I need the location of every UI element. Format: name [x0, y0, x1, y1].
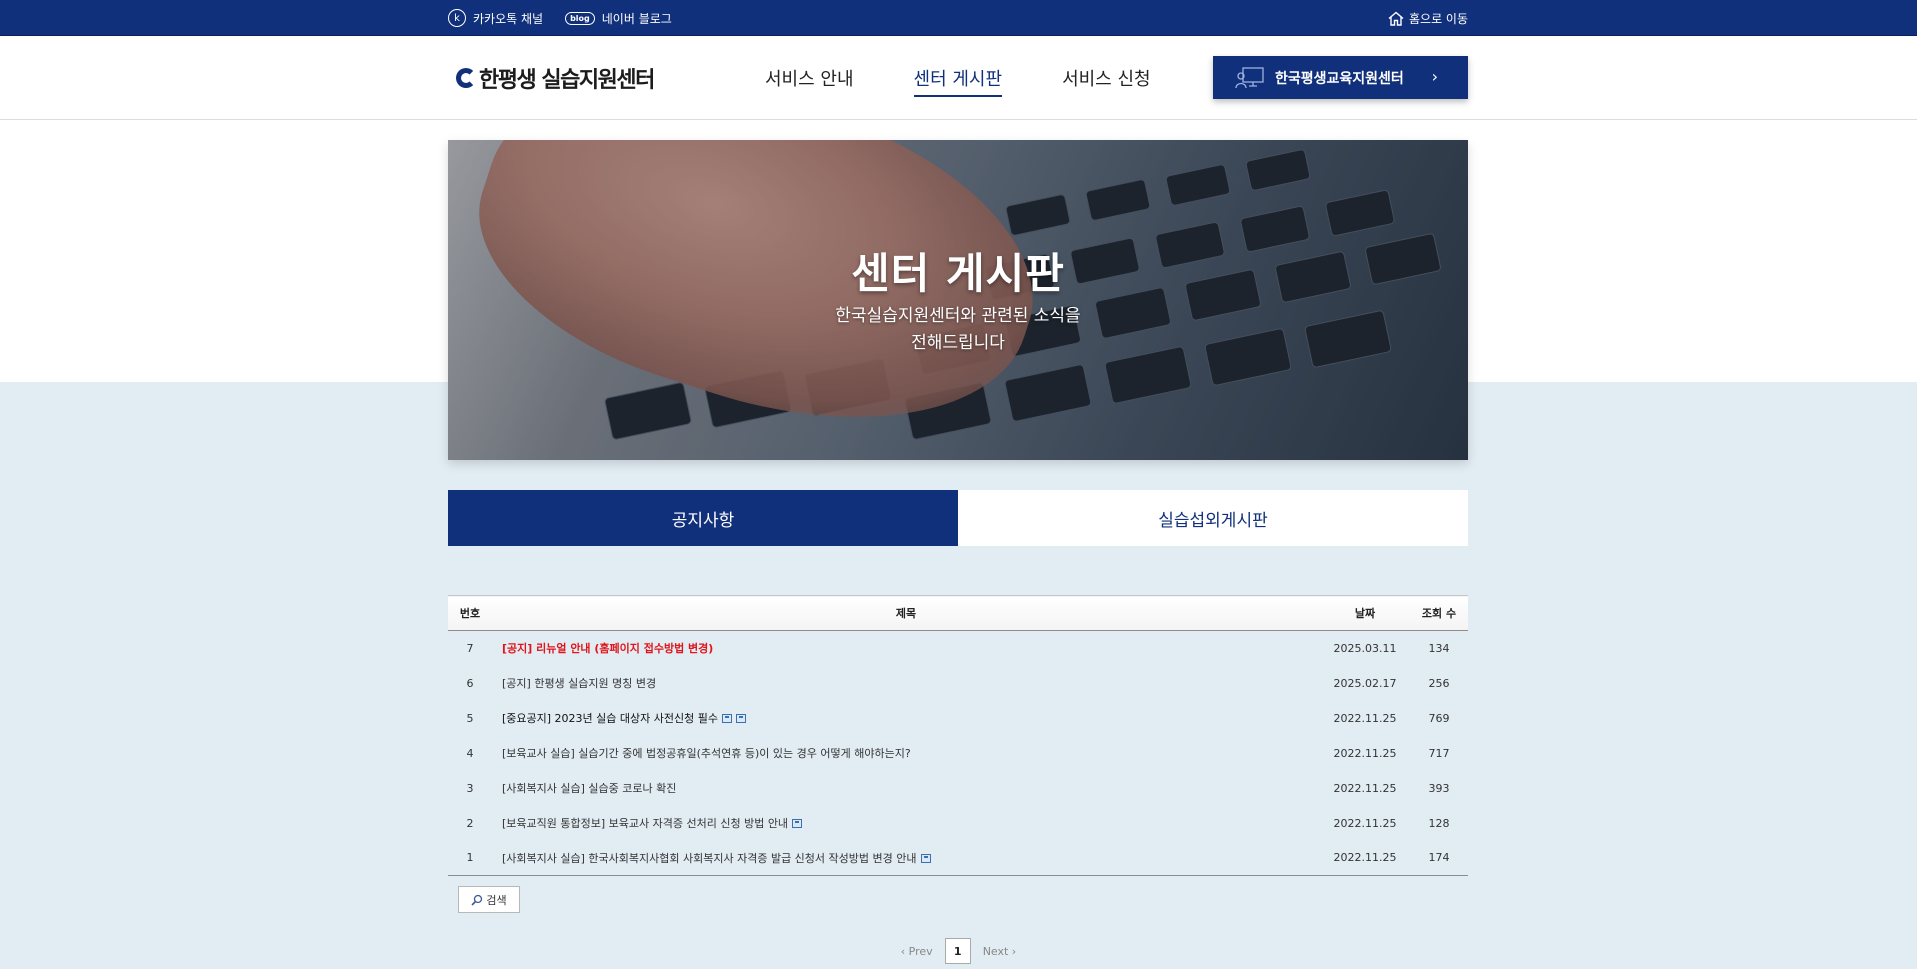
row-date: 2022.11.25 — [1333, 781, 1397, 795]
row-number: 3 — [466, 781, 474, 795]
site-header: 한평생 실습지원센터 서비스 안내 센터 게시판 서비스 신청 한국평생교육지원… — [0, 36, 1917, 120]
prev-page-link[interactable]: ‹ Prev — [901, 945, 933, 958]
kakao-channel-label: 카카오톡 채널 — [473, 11, 544, 26]
tab-practice-board[interactable]: 실습섭외게시판 — [958, 490, 1468, 546]
row-date: 2022.11.25 — [1333, 746, 1397, 760]
row-views: 717 — [1428, 746, 1450, 760]
board-tabs: 공지사항 실습섭외게시판 — [448, 490, 1468, 546]
table-row: 4 [보육교사 실습] 실습기간 중에 법정공휴일(추석연휴 등)이 있는 경우 … — [448, 736, 1468, 771]
logo-text: 한평생 실습지원센터 — [479, 68, 655, 93]
table-row: 3 [사회복지사 실습] 실습중 코로나 확진 2022.11.25 393 — [448, 771, 1468, 806]
hero-banner: 센터 게시판 한국실습지원센터와 관련된 소식을 전해드립니다 — [448, 140, 1468, 460]
row-number: 2 — [466, 816, 474, 830]
row-views: 769 — [1428, 711, 1450, 725]
attachment-icon — [792, 819, 803, 828]
row-views: 256 — [1428, 676, 1450, 690]
home-icon — [1388, 11, 1404, 26]
post-title-link[interactable]: [보육교사 실습] 실습기간 중에 법정공휴일(추석연휴 등)이 있는 경우 어… — [502, 747, 911, 760]
next-page-link[interactable]: Next › — [983, 945, 1017, 958]
main-nav: 서비스 안내 센터 게시판 서비스 신청 — [765, 65, 1211, 97]
row-title-cell: [공지] 한평생 실습지원 명칭 변경 — [492, 666, 1320, 701]
attachment-icon — [721, 714, 732, 723]
go-home-link[interactable]: 홈으로 이동 — [1388, 10, 1468, 27]
column-header-views: 조회 수 — [1421, 607, 1457, 620]
blog-icon: blog — [565, 11, 595, 25]
row-number: 1 — [466, 851, 474, 865]
page-1-button[interactable]: 1 — [944, 938, 971, 964]
naver-blog-label: 네이버 블로그 — [601, 11, 672, 26]
post-title-link[interactable]: [중요공지] 2023년 실습 대상자 사전신청 필수 — [502, 712, 718, 725]
table-row: 6 [공지] 한평생 실습지원 명칭 변경 2025.02.17 256 — [448, 666, 1468, 701]
post-title-link[interactable]: [사회복지사 실습] 실습중 코로나 확진 — [502, 782, 676, 795]
row-views: 174 — [1428, 851, 1450, 865]
attachment-icon — [735, 714, 746, 723]
row-number: 6 — [466, 676, 474, 690]
nav-service-apply[interactable]: 서비스 신청 — [1062, 65, 1151, 97]
logo-mark-icon — [456, 68, 476, 88]
row-title-cell: [보육교사 실습] 실습기간 중에 법정공휴일(추석연휴 등)이 있는 경우 어… — [492, 736, 1320, 771]
nav-service-info[interactable]: 서비스 안내 — [765, 65, 854, 97]
naver-blog-link[interactable]: blog 네이버 블로그 — [565, 10, 672, 27]
post-title-link[interactable]: [사회복지사 실습] 한국사회복지사협회 사회복지사 자격증 발급 신청서 작성… — [502, 852, 917, 865]
notice-table: 번호 제목 날짜 조회 수 7 [공지] 리뉴얼 안내 (홈페이지 접수방법 변경… — [448, 595, 1468, 876]
go-home-label: 홈으로 이동 — [1408, 11, 1468, 26]
table-row: 2 [보육교직원 통합정보] 보육교사 자격증 선처리 신청 방법 안내 2022.… — [448, 806, 1468, 841]
kakao-channel-link[interactable]: k 카카오톡 채널 — [448, 9, 543, 27]
row-date: 2025.02.17 — [1333, 676, 1397, 690]
row-number: 4 — [466, 746, 474, 760]
row-title-cell: [사회복지사 실습] 실습중 코로나 확진 — [492, 771, 1320, 806]
table-row: 5 [중요공지] 2023년 실습 대상자 사전신청 필수 2022.11.25 76… — [448, 701, 1468, 736]
table-row: 1 [사회복지사 실습] 한국사회복지사협회 사회복지사 자격증 발급 신청서 작… — [448, 841, 1468, 876]
table-header-row: 번호 제목 날짜 조회 수 — [448, 595, 1468, 631]
search-button[interactable]: 검색 — [458, 886, 520, 913]
row-title-cell: [공지] 리뉴얼 안내 (홈페이지 접수방법 변경) — [492, 631, 1320, 666]
row-number: 5 — [466, 711, 474, 725]
row-title-cell: [중요공지] 2023년 실습 대상자 사전신청 필수 — [492, 701, 1320, 736]
kpec-link-button[interactable]: 한국평생교육지원센터 › — [1213, 56, 1468, 99]
hero-title: 센터 게시판 — [851, 249, 1065, 298]
column-header-title: 제목 — [895, 607, 917, 620]
row-date: 2022.11.25 — [1333, 851, 1397, 865]
monitor-person-icon — [1235, 66, 1264, 88]
row-date: 2025.03.11 — [1333, 641, 1397, 655]
row-date: 2022.11.25 — [1333, 816, 1397, 830]
row-number: 7 — [466, 641, 474, 655]
chevron-right-icon: › — [1431, 67, 1438, 86]
search-label: 검색 — [486, 893, 507, 907]
row-views: 134 — [1428, 641, 1450, 655]
row-title-cell: [보육교직원 통합정보] 보육교사 자격증 선처리 신청 방법 안내 — [492, 806, 1320, 841]
kpec-link-label: 한국평생교육지원센터 — [1275, 70, 1404, 87]
row-views: 393 — [1428, 781, 1450, 795]
tab-notice[interactable]: 공지사항 — [448, 490, 958, 546]
hero-subtitle: 한국실습지원센터와 관련된 소식을 전해드립니다 — [448, 303, 1468, 357]
site-logo[interactable]: 한평생 실습지원센터 — [456, 62, 655, 94]
notice-board: 번호 제목 날짜 조회 수 7 [공지] 리뉴얼 안내 (홈페이지 접수방법 변경… — [448, 595, 1468, 876]
post-title-link[interactable]: [공지] 한평생 실습지원 명칭 변경 — [502, 677, 656, 690]
row-date: 2022.11.25 — [1333, 711, 1397, 725]
hero-subtitle-line1: 한국실습지원센터와 관련된 소식을 — [835, 306, 1081, 326]
pagination: ‹ Prev 1 Next › — [0, 938, 1917, 964]
column-header-date: 날짜 — [1354, 607, 1376, 620]
hero-subtitle-line2: 전해드립니다 — [911, 333, 1005, 353]
table-row: 7 [공지] 리뉴얼 안내 (홈페이지 접수방법 변경) 2025.03.11 134 — [448, 631, 1468, 666]
table-body: 7 [공지] 리뉴얼 안내 (홈페이지 접수방법 변경) 2025.03.11 134… — [448, 631, 1468, 876]
row-title-cell: [사회복지사 실습] 한국사회복지사협회 사회복지사 자격증 발급 신청서 작성… — [492, 841, 1320, 876]
search-icon — [471, 894, 483, 906]
top-utility-bar: k 카카오톡 채널 blog 네이버 블로그 홈으로 이동 — [0, 0, 1917, 36]
post-title-link[interactable]: [보육교직원 통합정보] 보육교사 자격증 선처리 신청 방법 안내 — [502, 817, 788, 830]
column-header-num: 번호 — [459, 607, 481, 620]
kakao-icon: k — [448, 9, 466, 27]
nav-center-board[interactable]: 센터 게시판 — [913, 65, 1003, 97]
attachment-icon — [920, 853, 931, 863]
post-title-link[interactable]: [공지] 리뉴얼 안내 (홈페이지 접수방법 변경) — [502, 642, 713, 655]
row-views: 128 — [1428, 816, 1450, 830]
